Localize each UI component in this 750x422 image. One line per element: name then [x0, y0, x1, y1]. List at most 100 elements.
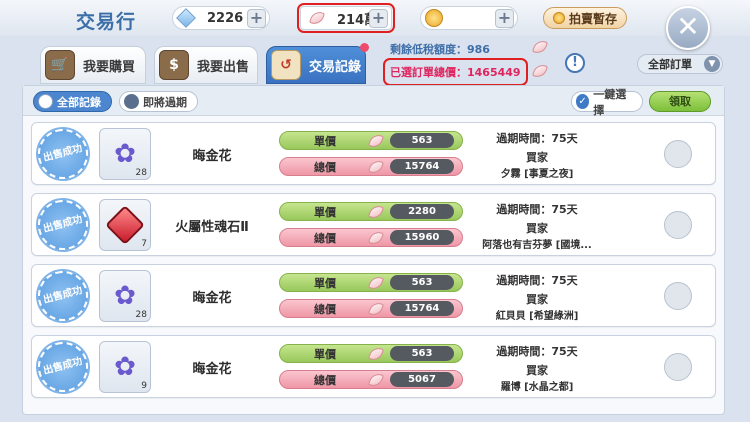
tax-quota: 剩餘低稅額度：986: [390, 43, 490, 56]
total-price-bar: 總價 15960: [279, 228, 463, 247]
auction-icon: [552, 12, 565, 24]
zeny-icon: [367, 273, 385, 292]
zeny-icon: [308, 9, 326, 27]
total-price-bar: 總價 15764: [279, 157, 463, 176]
total-price-label: 總價: [314, 160, 336, 174]
buyer-name: 阿落也有吉芬夢 [國境...: [482, 240, 592, 251]
diamond-icon: [176, 8, 196, 28]
tab-buy[interactable]: 🛒 我要購買: [40, 46, 146, 84]
select-all-button[interactable]: ✓ 一鍵選擇: [571, 88, 643, 117]
total-zeny-icon: [531, 62, 549, 80]
select-all-label: 一鍵選擇: [593, 87, 627, 117]
select-radio[interactable]: [664, 140, 692, 168]
unit-price-label: 單價: [314, 347, 336, 361]
sold-status-badge: 出售成功: [32, 336, 94, 398]
add-diamond-button[interactable]: +: [247, 9, 266, 28]
total-price-value: 5067: [390, 372, 454, 387]
item-slot[interactable]: ✿ 28: [99, 270, 151, 322]
total-price-value: 15960: [390, 230, 454, 245]
flower-icon: ✿: [114, 139, 136, 169]
buyer-label: 買家: [526, 293, 548, 306]
unit-price-value: 2280: [390, 204, 454, 219]
check-icon: ✓: [576, 94, 590, 109]
tab-sell-label: 我要出售: [197, 59, 250, 75]
clock-icon: [124, 94, 139, 109]
chevron-down-icon: ▼: [704, 56, 720, 72]
select-radio[interactable]: [664, 282, 692, 310]
buyer-label: 買家: [526, 151, 548, 164]
tab-history[interactable]: ↺ 交易記錄: [266, 43, 369, 84]
expire-time: 過期時間：75天: [496, 132, 578, 145]
auction-storage-label: 拍賣暫存: [568, 11, 617, 26]
unit-price-value: 563: [390, 346, 454, 361]
fire-stone-icon: [105, 205, 145, 245]
sold-status-badge: 出售成功: [32, 194, 94, 256]
list-item[interactable]: 出售成功 ✿ 28 晦金花 單價 563 總價 15764 過期時間：75天 買…: [31, 122, 716, 185]
order-filter-value: 全部訂單: [648, 58, 692, 71]
zeny-icon: [367, 202, 385, 221]
coin-icon: [425, 9, 443, 27]
claim-button[interactable]: 領取: [649, 91, 711, 112]
notification-dot: [360, 43, 369, 52]
zeny-balance: 214萬 +: [297, 3, 395, 33]
close-button[interactable]: ✕: [666, 6, 710, 50]
tab-history-label: 交易記錄: [309, 59, 362, 75]
page-title: 交易行: [76, 11, 137, 33]
zeny-icon: [367, 370, 385, 389]
total-price-value: 15764: [390, 301, 454, 316]
select-radio[interactable]: [664, 353, 692, 381]
order-filter-dropdown[interactable]: 全部訂單 ▼: [637, 54, 723, 74]
total-price-label: 總價: [314, 302, 336, 316]
list-item[interactable]: 出售成功 ✿ 9 晦金花 單價 563 總價 5067 過期時間：75天 買家 …: [31, 335, 716, 398]
buyer-name: 羅博 [水晶之都]: [500, 382, 574, 393]
total-price-bar: 總價 15764: [279, 299, 463, 318]
records-toolbar: 全部記錄 即將過期 ✓ 一鍵選擇: [23, 86, 724, 117]
list-icon: [38, 94, 53, 109]
tab-sell[interactable]: $ 我要出售: [154, 46, 258, 84]
expire-time: 過期時間：75天: [496, 203, 578, 216]
zeny-icon: [367, 131, 385, 150]
expire-time: 過期時間：75天: [496, 345, 578, 358]
sold-status-badge: 出售成功: [32, 265, 94, 327]
list-item[interactable]: 出售成功 ✿ 28 晦金花 單價 563 總價 15764 過期時間：75天 買…: [31, 264, 716, 327]
zeny-icon: [367, 228, 385, 247]
unit-price-bar: 單價 563: [279, 344, 463, 363]
item-slot[interactable]: ✿ 28: [99, 128, 151, 180]
unit-price-value: 563: [390, 133, 454, 148]
filter-all-label: 全部記錄: [57, 95, 101, 109]
item-qty: 7: [141, 239, 147, 249]
unit-price-value: 563: [390, 275, 454, 290]
coin-balance: +: [420, 6, 518, 30]
flower-icon: ✿: [114, 352, 136, 382]
zeny-icon: [367, 344, 385, 363]
list-item[interactable]: 出售成功 7 火屬性魂石Ⅱ 單價 2280 總價 15960 過期時間：75天 …: [31, 193, 716, 256]
select-radio[interactable]: [664, 211, 692, 239]
filter-expiring[interactable]: 即將過期: [119, 91, 198, 112]
total-price-value: 15764: [390, 159, 454, 174]
info-icon[interactable]: !: [565, 53, 585, 73]
unit-price-bar: 單價 2280: [279, 202, 463, 221]
add-zeny-button[interactable]: +: [369, 9, 388, 28]
total-price-label: 總價: [314, 231, 336, 245]
item-name: 晦金花: [192, 291, 232, 306]
tab-buy-label: 我要購買: [83, 59, 136, 75]
total-price-label: 總價: [314, 373, 336, 387]
unit-price-label: 單價: [314, 276, 336, 290]
top-bar: 交易行 2226 + 214萬 + + 拍賣暫存: [0, 0, 750, 36]
expire-time: 過期時間：75天: [496, 274, 578, 287]
buyer-label: 買家: [526, 364, 548, 377]
item-slot[interactable]: ✿ 9: [99, 341, 151, 393]
add-coin-button[interactable]: +: [495, 9, 514, 28]
unit-price-bar: 單價 563: [279, 273, 463, 292]
buyer-label: 買家: [526, 222, 548, 235]
total-price-bar: 總價 5067: [279, 370, 463, 389]
item-qty: 28: [135, 310, 147, 320]
diamond-balance: 2226 +: [172, 6, 270, 30]
filter-expiring-label: 即將過期: [143, 95, 187, 109]
filter-all-records[interactable]: 全部記錄: [33, 91, 112, 112]
sold-status-badge: 出售成功: [32, 123, 94, 185]
item-slot[interactable]: 7: [99, 199, 151, 251]
auction-storage-button[interactable]: 拍賣暫存: [543, 7, 627, 29]
tax-zeny-icon: [531, 38, 549, 56]
buyer-name: 紅貝貝 [希望綠洲]: [495, 311, 579, 322]
